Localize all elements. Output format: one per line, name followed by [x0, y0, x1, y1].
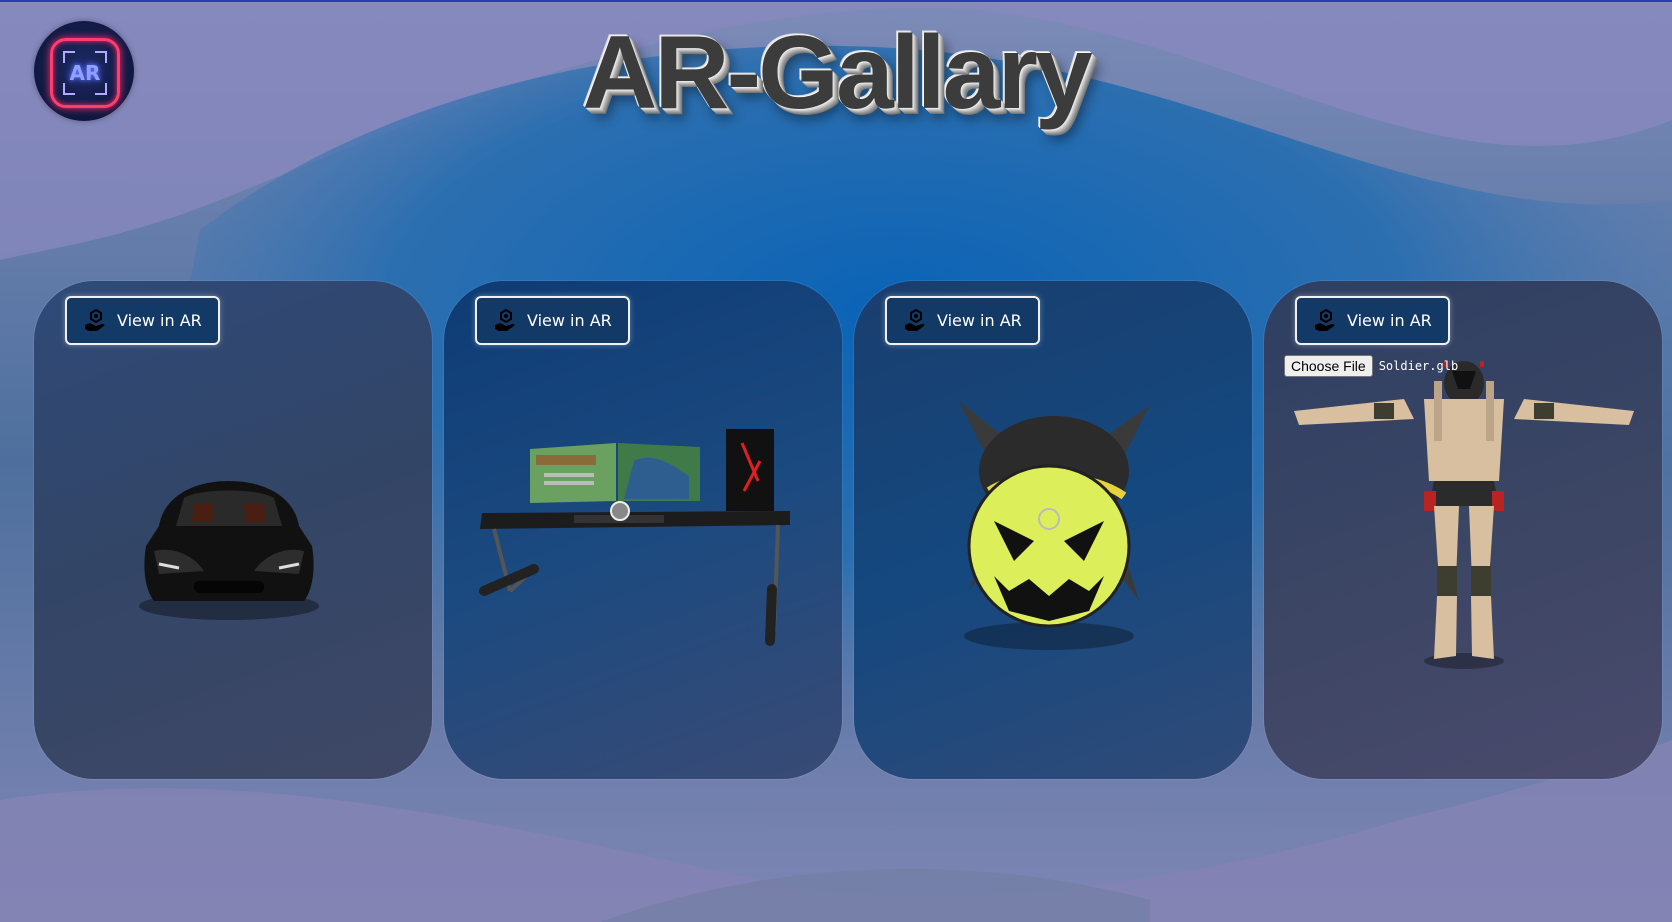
view-in-ar-button[interactable]: View in AR [885, 296, 1040, 345]
hand-ar-icon [83, 308, 109, 334]
selected-file-name: Soldier.glb [1378, 359, 1459, 373]
desk-model[interactable] [474, 421, 814, 661]
hand-ar-icon [493, 308, 519, 334]
hand-ar-icon [1313, 308, 1339, 334]
model-card-bomb[interactable]: View in AR [854, 281, 1252, 779]
file-upload: Choose File Soldier.glb [1284, 355, 1458, 377]
model-card-soldier[interactable]: View in AR Choose File Soldier.glb [1264, 281, 1662, 779]
car-model[interactable] [134, 456, 324, 626]
view-in-ar-button[interactable]: View in AR [65, 296, 220, 345]
view-in-ar-label: View in AR [1347, 311, 1432, 330]
view-in-ar-button[interactable]: View in AR [1295, 296, 1450, 345]
hand-ar-icon [903, 308, 929, 334]
bomb-model[interactable] [949, 401, 1159, 661]
choose-file-button[interactable]: Choose File [1284, 355, 1373, 377]
soldier-model[interactable] [1294, 361, 1634, 681]
model-card-desk[interactable]: View in AR [444, 281, 842, 779]
model-card-car[interactable]: View in AR [34, 281, 432, 779]
view-in-ar-label: View in AR [117, 311, 202, 330]
view-in-ar-button[interactable]: View in AR [475, 296, 630, 345]
view-in-ar-label: View in AR [937, 311, 1022, 330]
top-border [0, 0, 1672, 2]
page-title: AR-Gallary [582, 15, 1093, 131]
view-in-ar-label: View in AR [527, 311, 612, 330]
